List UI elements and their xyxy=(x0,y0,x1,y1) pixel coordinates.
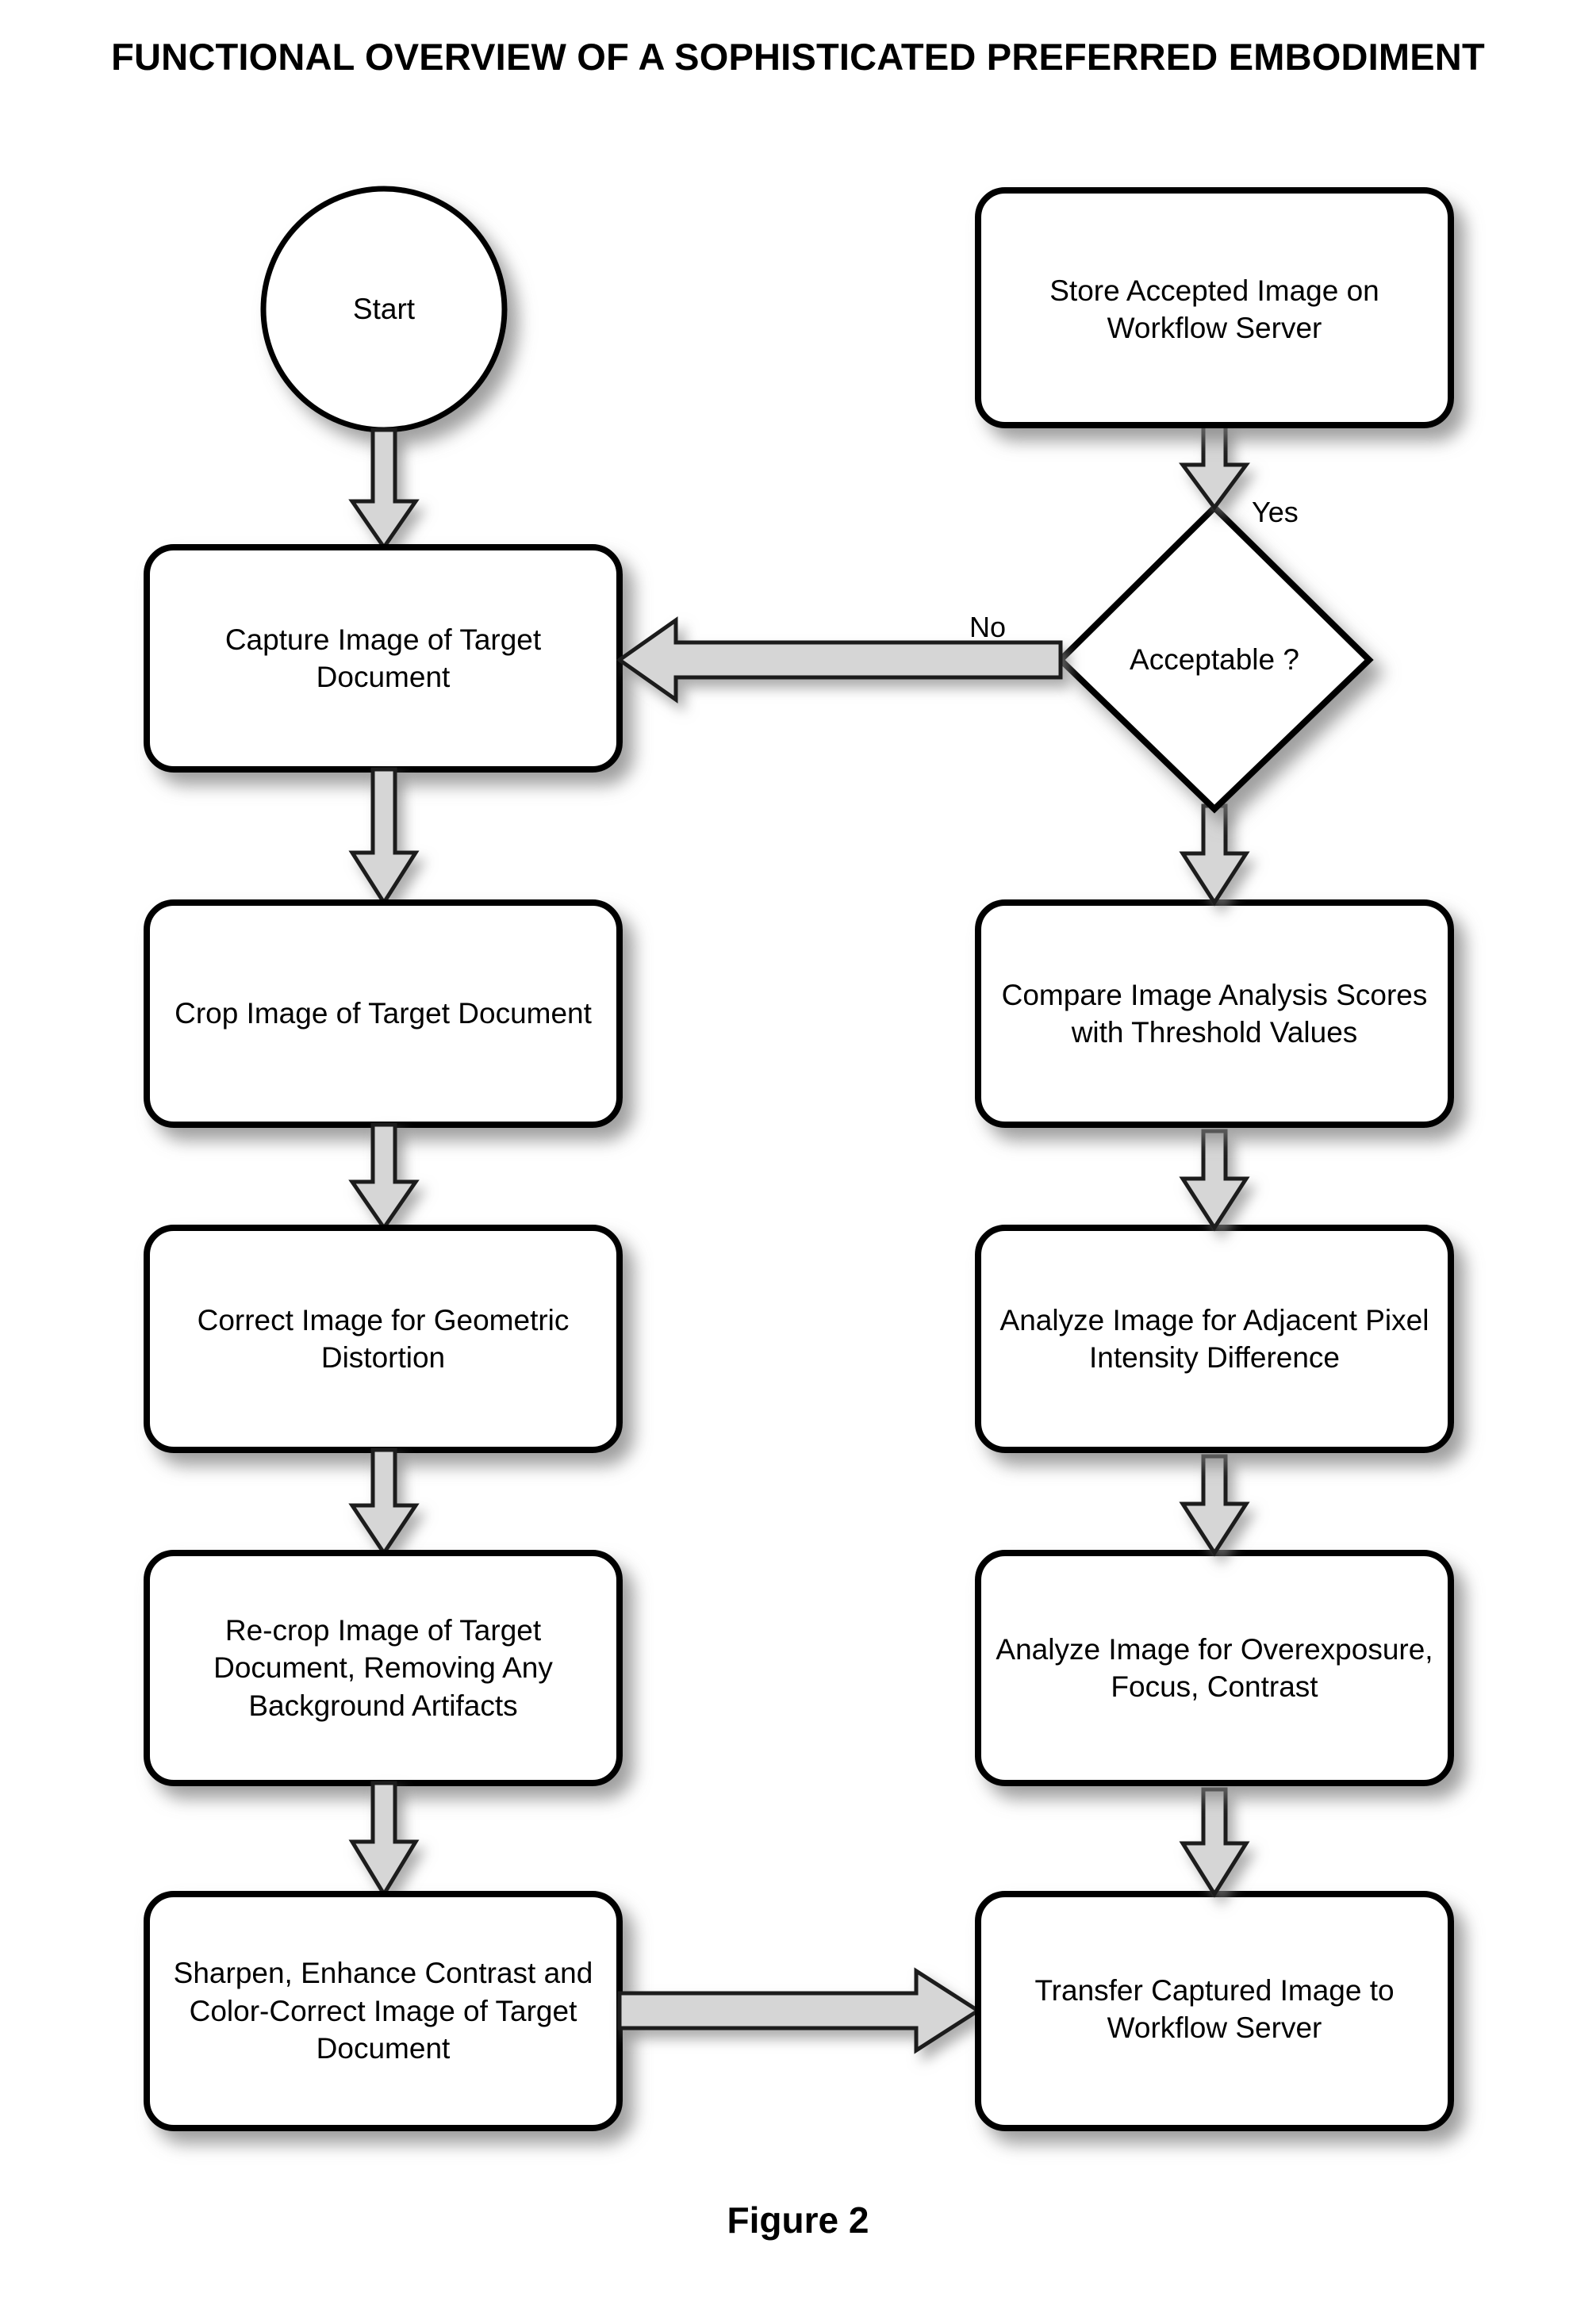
arrow-correct-to-recrop xyxy=(348,1448,420,1557)
figure-page: FUNCTIONAL OVERVIEW OF A SOPHISTICATED P… xyxy=(0,0,1596,2320)
node-start xyxy=(260,186,508,433)
node-correct xyxy=(144,1225,623,1453)
node-transfer xyxy=(975,1891,1454,2131)
arrow-capture-to-crop xyxy=(348,767,420,907)
arrow-compare-to-acceptable xyxy=(1179,803,1250,907)
correct-box-shape xyxy=(144,1225,623,1453)
node-compare xyxy=(975,899,1454,1128)
start-circle-shape xyxy=(260,186,508,433)
transfer-box-shape xyxy=(975,1891,1454,2131)
node-recrop xyxy=(144,1550,623,1786)
crop-box-shape xyxy=(144,899,623,1128)
arrow-acceptable-yes-to-store xyxy=(1179,423,1250,512)
arrow-crop-to-correct xyxy=(348,1122,420,1232)
edge-label-no: No xyxy=(969,611,1007,643)
node-analyze-exposure xyxy=(975,1550,1454,1786)
acceptable-diamond-shape xyxy=(1056,503,1374,814)
flowchart-canvas xyxy=(144,186,1454,2131)
node-capture xyxy=(144,544,623,773)
edge-label-yes: Yes xyxy=(1252,496,1299,528)
arrow-analyze-pixel-to-compare xyxy=(1179,1129,1250,1232)
node-sharpen xyxy=(144,1891,623,2131)
analyze-exposure-box-shape xyxy=(975,1550,1454,1786)
compare-box-shape xyxy=(975,899,1454,1128)
capture-box-shape xyxy=(144,544,623,773)
node-acceptable xyxy=(1056,503,1374,814)
arrow-start-to-capture xyxy=(348,428,420,551)
arrow-sharpen-to-transfer xyxy=(617,1967,982,2054)
node-crop xyxy=(144,899,623,1128)
arrow-transfer-to-analyze-exposure xyxy=(1179,1787,1250,1898)
figure-caption: Figure 2 xyxy=(727,2199,869,2241)
analyze-pixel-box-shape xyxy=(975,1225,1454,1453)
node-store xyxy=(975,187,1454,428)
sharpen-box-shape xyxy=(144,1891,623,2131)
arrow-analyze-exposure-to-analyze-pixel xyxy=(1179,1454,1250,1557)
node-analyze-pixel xyxy=(975,1225,1454,1453)
store-box-shape xyxy=(975,187,1454,428)
arrow-recrop-to-sharpen xyxy=(348,1781,420,1898)
recrop-box-shape xyxy=(144,1550,623,1786)
